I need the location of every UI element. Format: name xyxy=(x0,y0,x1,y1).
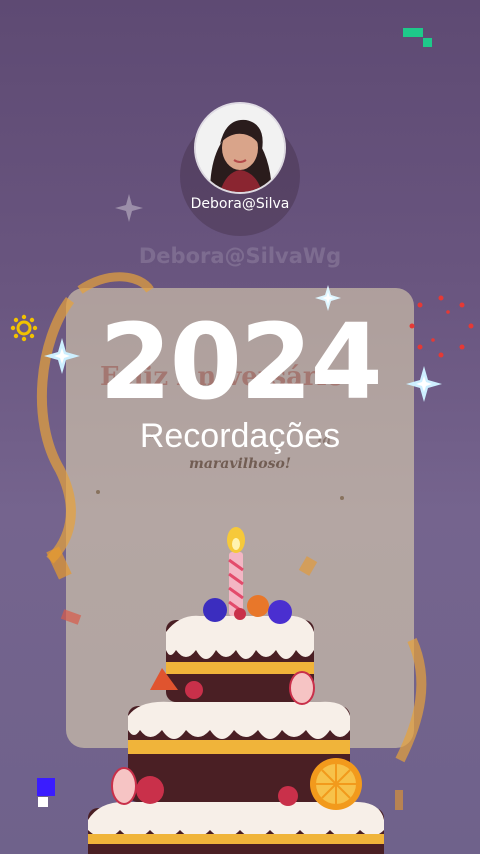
avatar-photo xyxy=(196,104,284,192)
pixel-icon xyxy=(403,28,432,47)
pixel-icon xyxy=(37,778,55,807)
profile-username: Debora@Silva xyxy=(190,196,290,212)
year-title: 2024 xyxy=(99,301,382,423)
recordacoes-subtitle: Recordações xyxy=(139,417,341,455)
profile-avatar[interactable] xyxy=(196,104,284,192)
birthday-cake-illustration xyxy=(88,527,384,854)
